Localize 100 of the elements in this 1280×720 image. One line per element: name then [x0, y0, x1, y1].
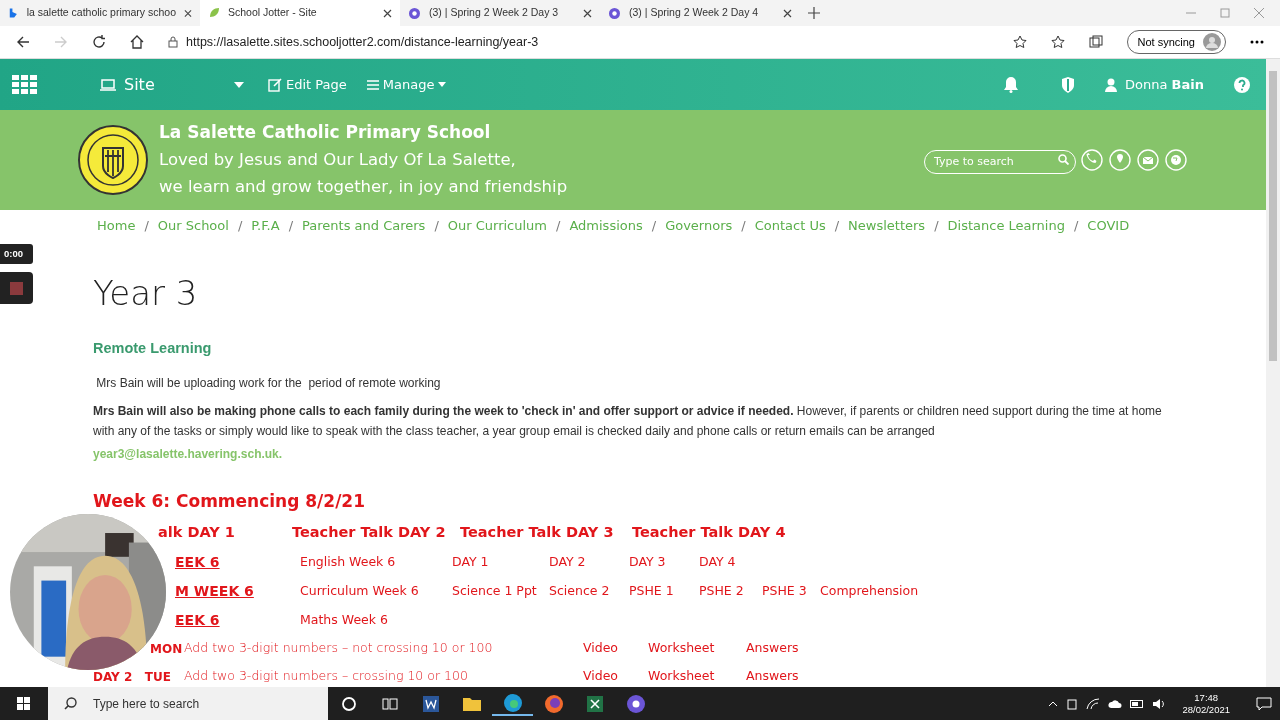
search-field[interactable]: Type to search [924, 149, 1076, 174]
resource-link[interactable]: Answers [746, 639, 1266, 659]
nav-link[interactable]: Contact Us [754, 216, 826, 236]
url-text[interactable]: https://lasalette.sites.schooljotter2.com/distance-learning/year-3 [186, 32, 539, 52]
recording-timer: 0:00 [0, 244, 33, 265]
resource-link[interactable]: M WEEK 6 [175, 580, 254, 602]
school-name: La Salette Catholic Primary School [159, 121, 492, 145]
edit-page-button[interactable]: Edit Page [262, 73, 353, 96]
resource-link[interactable]: PSHE 3 [762, 581, 820, 601]
resource-link[interactable]: PSHE 2 [699, 581, 762, 601]
more-icon[interactable] [1250, 40, 1264, 44]
nav-link[interactable]: COVID [1087, 216, 1130, 236]
nav-link[interactable]: Newsletters [848, 216, 926, 236]
resource-link[interactable]: EEK 6 [175, 609, 220, 631]
breadcrumb-separator: / [934, 217, 939, 236]
breadcrumb-separator: / [741, 217, 746, 236]
notification-icon[interactable] [1256, 696, 1272, 711]
section-label: alk DAY 1 [157, 523, 236, 543]
section-label: Teacher Talk DAY 3 [460, 523, 615, 543]
nav-link[interactable]: Parents and Carers [302, 216, 426, 236]
resource-link[interactable]: Video [583, 667, 648, 687]
browser-tab[interactable]: School Jotter - Site [200, 0, 400, 26]
favorite-star-icon[interactable] [1012, 35, 1027, 49]
close-icon[interactable] [783, 8, 792, 18]
resource-link[interactable]: Science 1 Ppt [452, 581, 549, 601]
nav-link[interactable]: Governors [665, 216, 733, 236]
browser-tab[interactable]: la salette catholic primary schoo [0, 0, 200, 26]
back-icon[interactable] [16, 35, 30, 49]
refresh-icon[interactable] [92, 35, 106, 49]
resource-link[interactable]: Worksheet [648, 639, 746, 659]
caret-icon[interactable] [234, 81, 244, 88]
edge-icon[interactable] [501, 691, 524, 714]
browser-tab[interactable]: (3) | Spring 2 Week 2 Day 4 [600, 0, 800, 26]
usb-device-icon[interactable] [1066, 697, 1079, 710]
taskbar-search-field[interactable]: Type here to search [48, 687, 328, 720]
laptop-icon [100, 78, 116, 91]
school-crest-icon [77, 124, 149, 196]
section-label: Teacher Talk DAY 2 [292, 523, 447, 543]
chevron-up-icon[interactable] [1048, 700, 1059, 707]
nav-link[interactable]: Distance Learning [947, 216, 1065, 236]
nav-link[interactable]: P.F.A [251, 216, 280, 236]
breadcrumb-separator: / [237, 217, 243, 236]
battery-icon[interactable] [1130, 699, 1145, 708]
lesson-title: Add two 3-digit numbers – not crossing 10 or 100 [184, 639, 494, 658]
cloud-icon[interactable] [1108, 698, 1123, 709]
wifi-icon[interactable] [1086, 697, 1101, 710]
breadcrumb-separator: / [1073, 217, 1079, 236]
motto-line: we learn and grow together, in joy and friendship [159, 175, 568, 198]
browser-tab[interactable]: (3) | Spring 2 Week 2 Day 3 [400, 0, 600, 26]
week-heading: Week 6: Commencing 8/2/21 [93, 489, 367, 513]
stop-icon [10, 281, 23, 295]
scrollbar[interactable] [1266, 59, 1280, 687]
resource-link[interactable]: DAY 2 [549, 552, 629, 572]
resource-link[interactable]: Video [583, 639, 648, 659]
new-tab-icon[interactable] [808, 7, 820, 20]
resource-link[interactable]: DAY 1 [452, 552, 549, 572]
stop-button[interactable] [0, 272, 33, 305]
lesson-title: Add two 3-digit numbers – crossing 10 or 100 [184, 667, 469, 686]
resource-link[interactable]: PSHE 1 [629, 581, 699, 601]
nav-link[interactable]: Admissions [569, 216, 643, 236]
day-label: MON [149, 640, 184, 658]
close-icon[interactable] [383, 8, 392, 18]
resource-link[interactable]: Science 2 [549, 581, 629, 601]
breadcrumb-separator: / [288, 217, 294, 236]
clock-date[interactable]: 28/02/2021 [1182, 703, 1230, 716]
collections-icon[interactable] [1088, 35, 1103, 49]
favorites-icon[interactable] [1050, 35, 1065, 49]
breadcrumb-separator: / [834, 217, 840, 236]
resource-link[interactable]: DAY 4 [699, 552, 762, 572]
home-icon[interactable] [130, 35, 144, 49]
firefox-icon[interactable] [542, 692, 565, 715]
site-button[interactable]: Site [94, 71, 214, 98]
help-icon[interactable] [1234, 76, 1250, 93]
resource-link[interactable]: DAY 3 [629, 552, 699, 572]
section-label: Teacher Talk DAY 4 [632, 523, 787, 543]
nav-link[interactable]: Home [97, 216, 136, 236]
clock-time[interactable]: 17:48 [1194, 691, 1219, 704]
caret-icon [438, 82, 447, 87]
nav-link[interactable]: Our School [157, 216, 229, 236]
resource-link[interactable]: English Week 6 [300, 552, 452, 572]
close-icon[interactable] [583, 8, 592, 18]
breadcrumb-separator: / [144, 217, 149, 236]
section-heading: Remote Learning [93, 339, 213, 358]
resource-link[interactable]: Curriculum Week 6 [300, 581, 452, 601]
motto-line: Loved by Jesus and Our Lady Of La Salette, [159, 148, 517, 171]
nav-link[interactable]: Our Curriculum [447, 216, 548, 236]
resource-link[interactable]: EEK 6 [175, 551, 220, 573]
resource-link[interactable]: Worksheet [648, 667, 746, 687]
resource-link[interactable]: Maths Week 6 [300, 610, 452, 630]
speaker-icon[interactable] [1152, 697, 1167, 710]
apps-grid-icon[interactable] [12, 74, 38, 95]
shield-icon[interactable] [1061, 76, 1076, 93]
manage-button[interactable]: Manage [360, 73, 453, 96]
resource-link[interactable]: Answers [746, 667, 1266, 687]
close-icon[interactable] [184, 8, 192, 18]
profile-button[interactable]: Not syncing [1126, 30, 1226, 54]
breadcrumb-separator: / [651, 217, 657, 236]
resource-link[interactable]: Comprehension [820, 581, 1266, 601]
leaf-icon [208, 7, 220, 19]
paragraph: Mrs Bain will be uploading work for the period of remote working [95, 374, 442, 392]
